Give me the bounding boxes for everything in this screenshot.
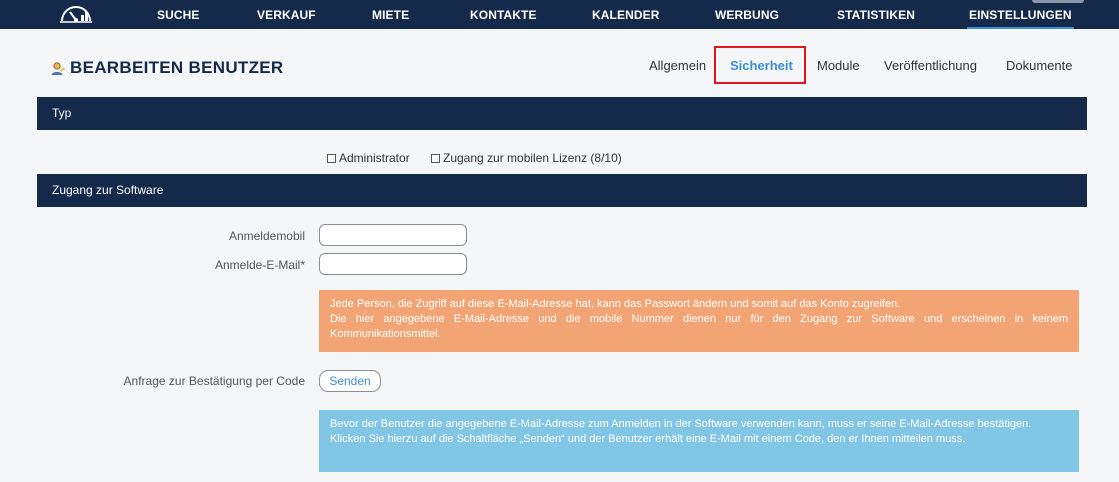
notice-text: Die hier angegebene E-Mail-Adresse und d… xyxy=(330,313,1068,340)
scroll-indicator xyxy=(1032,0,1084,3)
checkbox-label: Zugang zur mobilen Lizenz (8/10) xyxy=(443,151,622,165)
send-button[interactable]: Senden xyxy=(319,370,381,392)
email-field[interactable] xyxy=(319,253,467,275)
section-header-typ: Typ xyxy=(37,97,1087,130)
label-anmelde-email: Anmelde-E-Mail* xyxy=(214,258,305,272)
checkbox-label: Administrator xyxy=(339,151,410,165)
nav-item-kontakte[interactable]: KONTAKTE xyxy=(470,8,537,22)
tab-module[interactable]: Module xyxy=(817,58,860,73)
mobile-field[interactable] xyxy=(319,224,467,246)
nav-item-statistiken[interactable]: STATISTIKEN xyxy=(837,8,915,22)
checkbox-box[interactable] xyxy=(431,153,440,163)
nav-item-miete[interactable]: MIETE xyxy=(372,8,409,22)
label-confirmation-request: Anfrage zur Bestätigung per Code xyxy=(123,374,305,388)
label-anmeldemobil: Anmeldemobil xyxy=(228,229,305,243)
page-header: BEARBEITEN BENUTZER xyxy=(50,58,284,78)
notice-text: Jede Person, die Zugriff auf diese E-Mai… xyxy=(330,298,901,310)
page-title: BEARBEITEN BENUTZER xyxy=(70,58,284,77)
nav-item-einstellungen[interactable]: EINSTELLUNGEN xyxy=(967,8,1074,29)
tab-dokumente[interactable]: Dokumente xyxy=(1006,58,1072,73)
email-warning-notice: Jede Person, die Zugriff auf diese E-Mai… xyxy=(319,290,1079,352)
active-tab-highlight xyxy=(714,46,806,84)
tab-veroeffentlichung[interactable]: Veröffentlichung xyxy=(884,58,977,73)
checkbox-administrator[interactable]: Administrator xyxy=(327,151,410,165)
confirmation-info-notice: Bevor der Benutzer die angegebene E-Mail… xyxy=(319,410,1079,472)
notice-text: Klicken Sie hierzu auf die Schaltfläche … xyxy=(330,433,966,445)
tab-allgemein[interactable]: Allgemein xyxy=(649,58,706,73)
section-header-access: Zugang zur Software xyxy=(37,174,1087,207)
notice-text: Bevor der Benutzer die angegebene E-Mail… xyxy=(330,418,1032,430)
nav-item-werbung[interactable]: WERBUNG xyxy=(715,8,779,22)
nav-item-suche[interactable]: SUCHE xyxy=(157,8,200,22)
speedometer-icon[interactable] xyxy=(58,3,94,25)
user-edit-icon xyxy=(51,62,65,75)
nav-item-kalender[interactable]: KALENDER xyxy=(592,8,659,22)
checkbox-box[interactable] xyxy=(327,153,336,163)
checkbox-mobile-license[interactable]: Zugang zur mobilen Lizenz (8/10) xyxy=(431,151,622,165)
nav-item-verkauf[interactable]: VERKAUF xyxy=(257,8,316,22)
top-navigation: SUCHE VERKAUF MIETE KONTAKTE KALENDER WE… xyxy=(0,0,1119,29)
